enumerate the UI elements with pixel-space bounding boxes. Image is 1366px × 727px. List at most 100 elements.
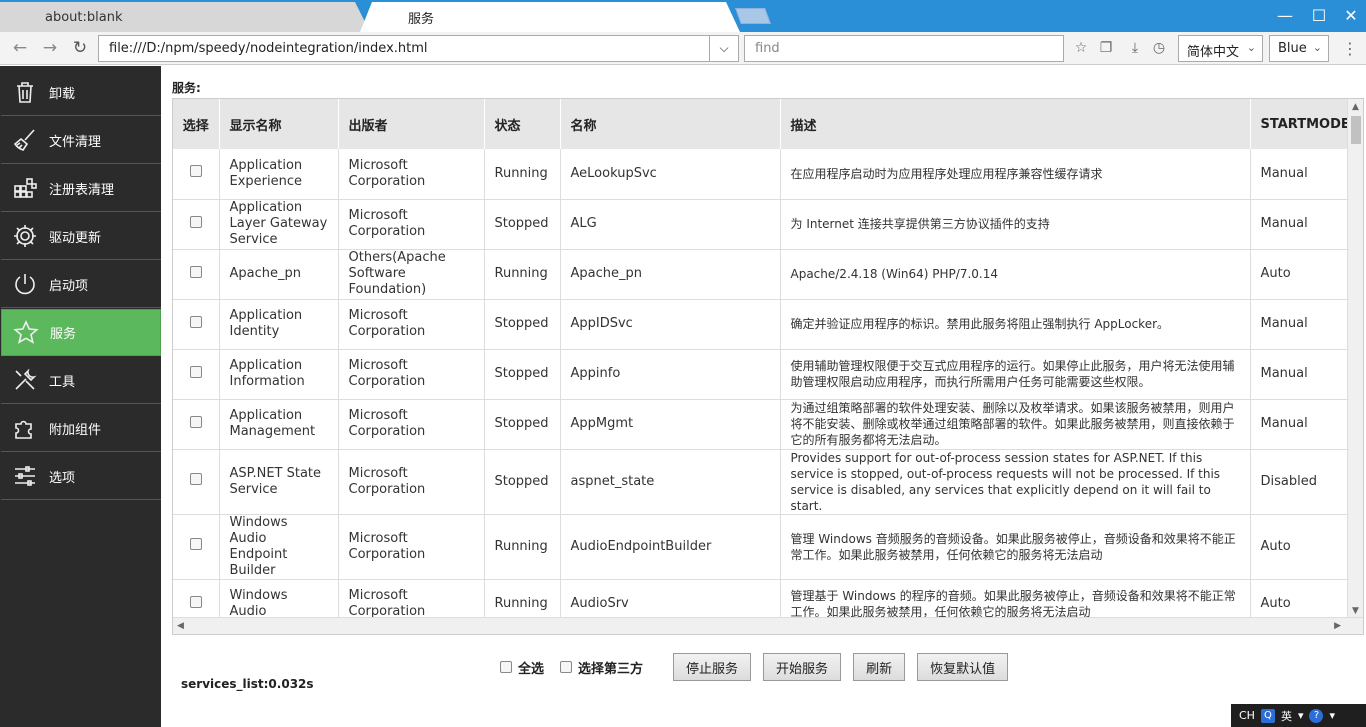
table-row: Application Information Microsoft Corpor… <box>173 349 1361 400</box>
scroll-left-icon[interactable]: ◀ <box>177 621 184 631</box>
select-all-checkbox[interactable]: 全选 <box>500 658 544 677</box>
checkbox-label: 全选 <box>518 661 545 677</box>
tab-about-blank[interactable]: about:blank <box>0 2 370 32</box>
search-icon[interactable]: Q <box>1260 708 1275 723</box>
cell-description: 使用辅助管理权限便于交互式应用程序的运行。如果停止此服务，用户将无法使用辅助管理… <box>780 349 1251 400</box>
col-header-publisher[interactable]: 出版者 <box>338 99 485 149</box>
bookmark-star-icon[interactable]: ☆ <box>1071 38 1091 58</box>
menu-icon[interactable]: ⋮ <box>1340 38 1360 58</box>
url-input[interactable]: file:///D:/npm/speedy/nodeintegration/in… <box>98 35 710 62</box>
find-input[interactable]: find <box>744 35 1064 62</box>
scroll-up-icon[interactable]: ▲ <box>1352 102 1359 112</box>
col-header-display-name[interactable]: 显示名称 <box>219 99 339 149</box>
reload-icon[interactable]: ↻ <box>68 37 92 59</box>
tab-label: 服务 <box>408 11 435 27</box>
cell-name: ALG <box>560 199 781 250</box>
row-checkbox[interactable] <box>189 265 202 278</box>
sidebar-item-addons[interactable]: 附加组件 <box>1 405 161 452</box>
col-header-name[interactable]: 名称 <box>560 99 781 149</box>
copy-icon[interactable]: ❐ <box>1096 38 1116 58</box>
tab-services[interactable]: 服务 <box>360 2 740 32</box>
refresh-button[interactable]: 刷新 <box>853 653 906 681</box>
horizontal-scrollbar[interactable]: ◀ ▶ <box>173 617 1363 634</box>
col-header-startmode[interactable]: STARTMODE <box>1250 99 1361 149</box>
url-dropdown-icon[interactable]: ⌵ <box>709 35 739 62</box>
chevron-down-icon[interactable]: ▾ <box>1298 709 1304 722</box>
star-icon <box>2 309 50 356</box>
cell-display-name: ASP.NET State Service <box>219 449 339 515</box>
row-checkbox[interactable] <box>189 473 202 485</box>
download-icon[interactable]: ⤓ <box>1125 38 1145 58</box>
cell-startmode: Manual <box>1250 149 1361 200</box>
cell-publisher: Microsoft Corporation <box>338 149 485 200</box>
new-tab-button[interactable] <box>735 8 771 24</box>
cell-description: 为 Internet 连接共享提供第三方协议插件的支持 <box>780 199 1251 250</box>
theme-value: Blue <box>1278 41 1307 56</box>
col-header-description[interactable]: 描述 <box>780 99 1251 149</box>
sidebar-item-tools[interactable]: 工具 <box>1 357 161 404</box>
cell-startmode: Auto <box>1250 514 1361 580</box>
theme-select[interactable]: Blue ⌄ <box>1269 35 1329 62</box>
col-header-select[interactable]: 选择 <box>173 99 220 149</box>
table-row: Application Identity Microsoft Corporati… <box>173 299 1361 350</box>
cell-publisher: Microsoft Corporation <box>338 349 485 400</box>
registry-icon <box>1 165 49 212</box>
vertical-scrollbar[interactable]: ▲ ▼ <box>1347 99 1363 618</box>
scroll-right-icon[interactable]: ▶ <box>1334 621 1341 631</box>
scroll-down-icon[interactable]: ▼ <box>1352 606 1359 616</box>
power-icon <box>1 261 49 308</box>
cell-publisher: Others(Apache Software Foundation) <box>338 249 485 300</box>
row-checkbox[interactable] <box>189 165 202 178</box>
services-table-container: 选择 显示名称 出版者 状态 名称 描述 STARTMODE Applicati… <box>172 98 1364 635</box>
maximize-icon[interactable]: ☐ <box>1302 0 1336 30</box>
sidebar-item-label: 启动项 <box>49 278 89 294</box>
sidebar-item-file-cleanup[interactable]: 文件清理 <box>1 117 161 164</box>
sidebar-item-label: 服务 <box>50 327 77 342</box>
cell-description: 管理 Windows 音频服务的音频设备。如果此服务被停止，音频设备和效果将不能… <box>780 514 1251 580</box>
row-checkbox[interactable] <box>189 595 202 608</box>
help-icon[interactable]: ? <box>1309 708 1324 723</box>
cell-status: Stopped <box>484 349 561 400</box>
stop-service-button[interactable]: 停止服务 <box>673 653 752 681</box>
cell-display-name: Application Information <box>219 349 339 400</box>
restore-defaults-button[interactable]: 恢复默认值 <box>917 653 1009 681</box>
scrollbar-thumb[interactable] <box>1351 116 1361 144</box>
row-checkbox[interactable] <box>189 365 202 378</box>
row-checkbox[interactable] <box>189 215 202 228</box>
sidebar-item-label: 驱动更新 <box>49 230 102 246</box>
row-checkbox[interactable] <box>189 538 202 550</box>
row-checkbox[interactable] <box>189 315 202 328</box>
col-header-status[interactable]: 状态 <box>484 99 561 149</box>
cell-description: Apache/2.4.18 (Win64) PHP/7.0.14 <box>780 249 1251 300</box>
sidebar-item-uninstall[interactable]: 卸载 <box>1 69 161 116</box>
start-service-button[interactable]: 开始服务 <box>763 653 842 681</box>
sidebar-item-label: 卸载 <box>49 86 76 102</box>
minimize-icon[interactable]: — <box>1268 0 1302 30</box>
sliders-icon <box>1 453 49 500</box>
tab-bar: about:blank 服务 — ☐ ✕ <box>0 0 1366 32</box>
sidebar-item-driver-update[interactable]: 驱动更新 <box>1 213 161 260</box>
page-title: 服务: <box>172 81 201 95</box>
sidebar-item-registry-cleanup[interactable]: 注册表清理 <box>1 165 161 212</box>
checkbox-box[interactable] <box>500 661 512 673</box>
checkbox-box[interactable] <box>560 661 573 673</box>
chevron-down-icon[interactable]: ▾ <box>1329 709 1335 722</box>
input-language[interactable]: 英 <box>1281 708 1292 724</box>
cell-display-name: Application Management <box>219 399 339 450</box>
system-tray: CH Q 英 ▾ ? ▾ <box>1231 704 1366 727</box>
back-icon[interactable]: ← <box>8 37 32 59</box>
input-method-code[interactable]: CH <box>1239 709 1255 722</box>
cell-name: Appinfo <box>560 349 781 400</box>
row-checkbox[interactable] <box>189 415 202 428</box>
sidebar-item-label: 工具 <box>49 374 76 390</box>
cell-name: AudioEndpointBuilder <box>560 514 781 580</box>
history-icon[interactable]: ◷ <box>1149 38 1169 58</box>
sidebar-item-services[interactable]: 服务 <box>1 309 161 356</box>
language-select[interactable]: 简体中文 ⌄ <box>1178 35 1263 62</box>
select-third-party-checkbox[interactable]: 选择第三方 <box>560 658 643 677</box>
cell-display-name: Application Experience <box>219 149 339 200</box>
sidebar-item-startup[interactable]: 启动项 <box>1 261 161 308</box>
forward-icon[interactable]: → <box>38 37 62 59</box>
close-icon[interactable]: ✕ <box>1334 0 1366 30</box>
sidebar-item-options[interactable]: 选项 <box>1 453 161 500</box>
